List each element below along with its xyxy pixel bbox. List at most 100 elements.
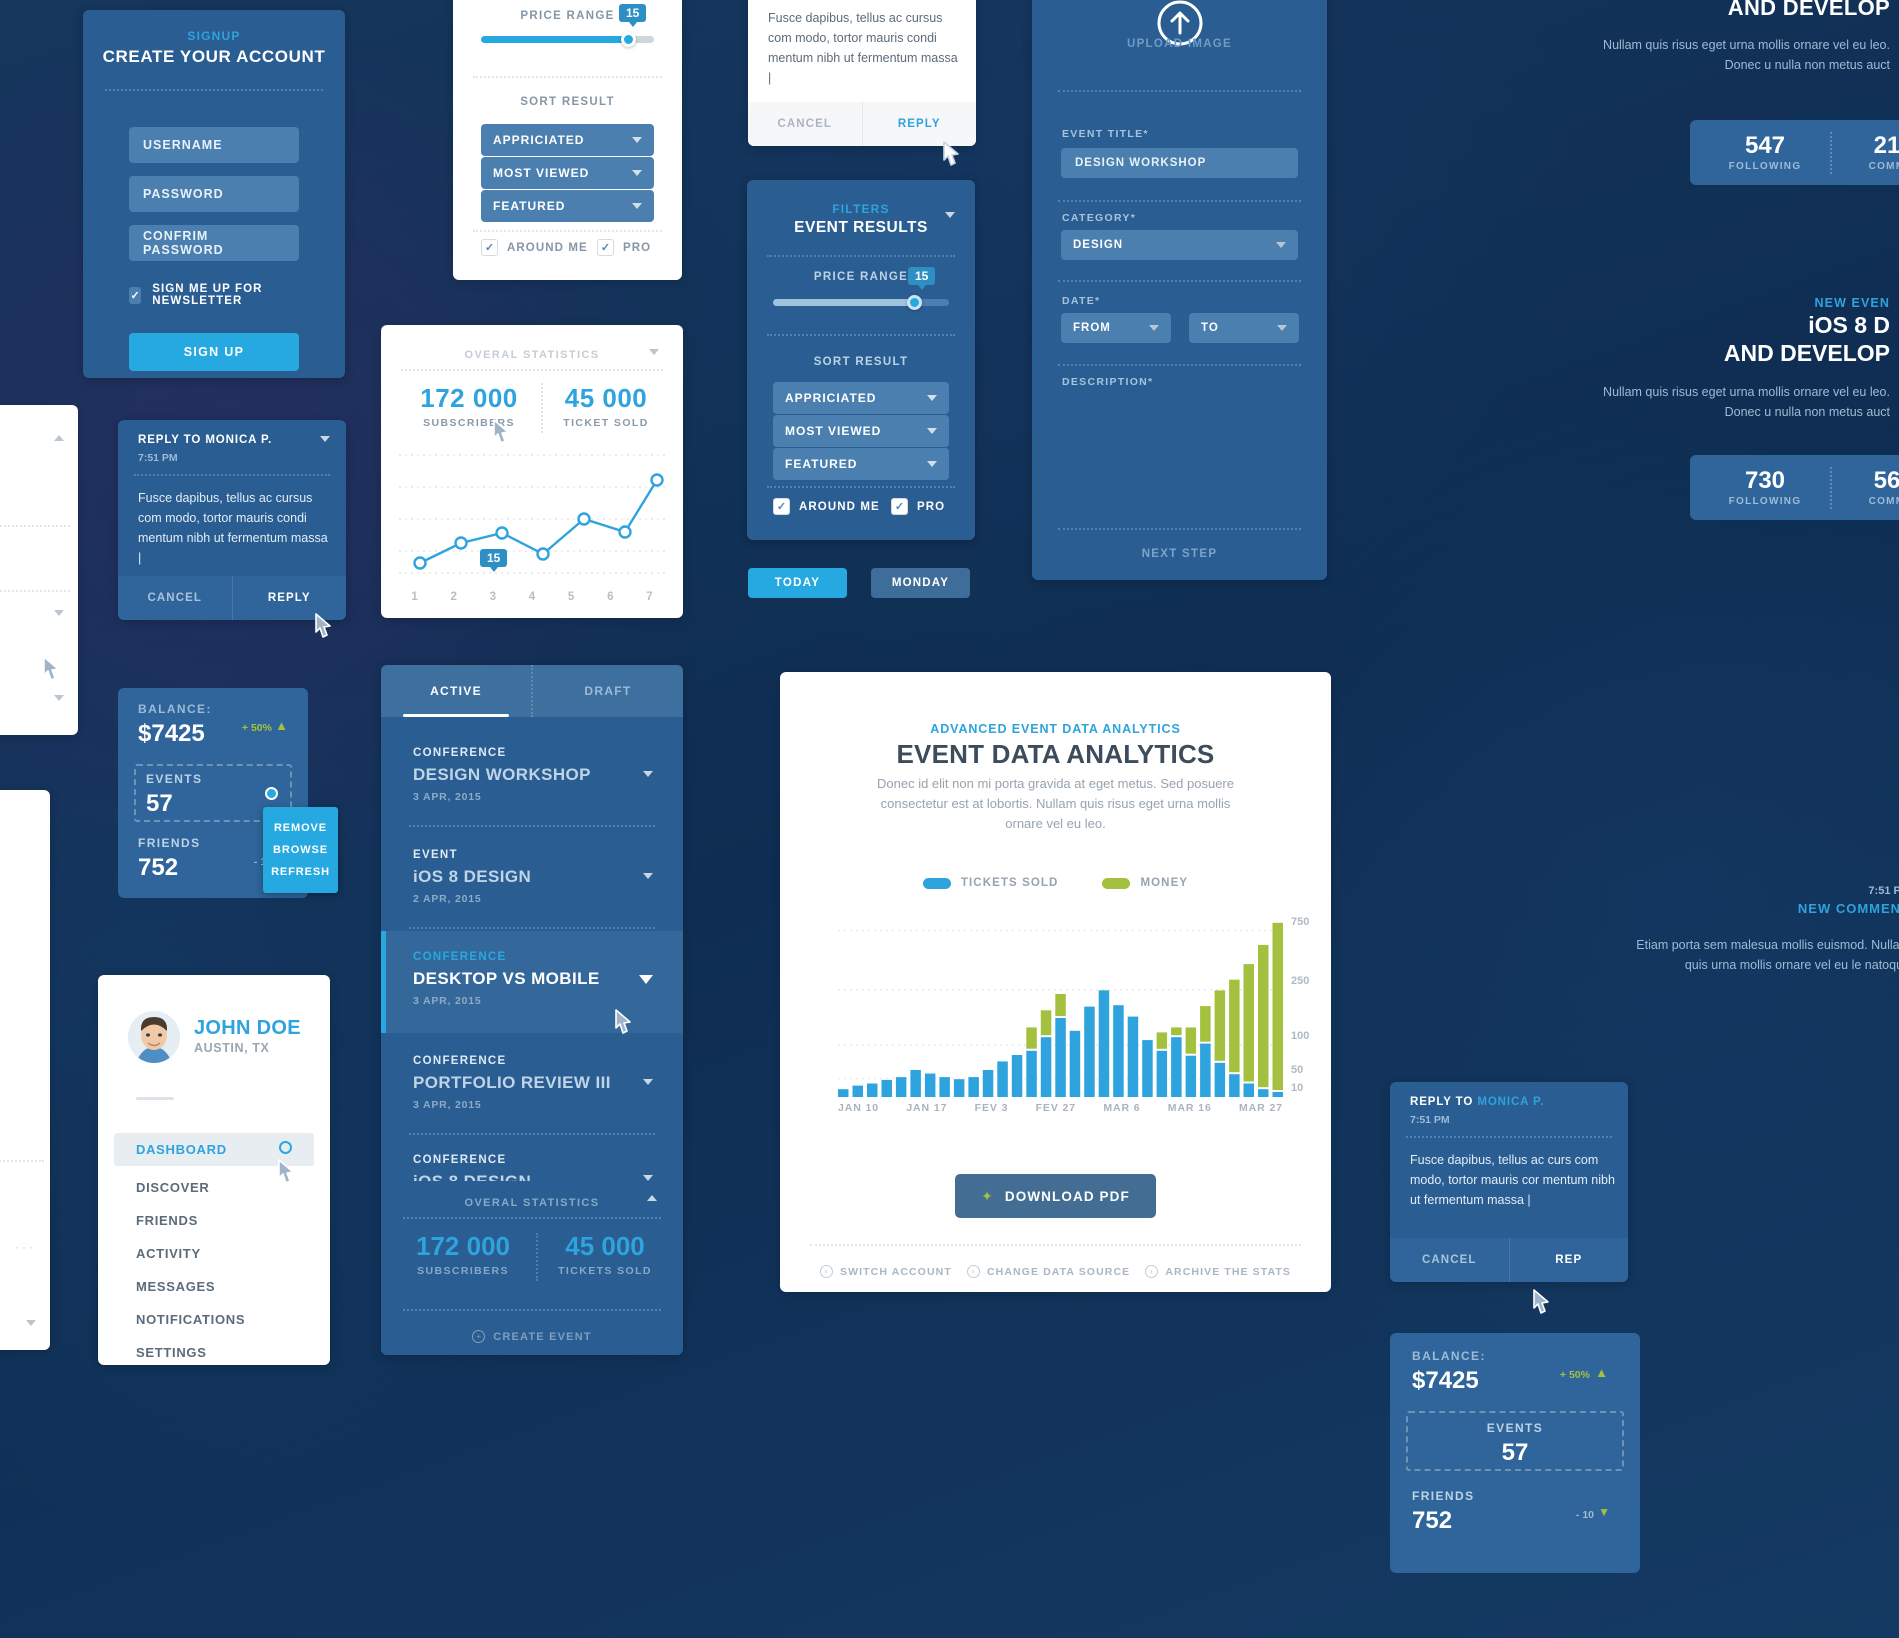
chevron-down-icon-2[interactable]: [54, 695, 64, 701]
right-reply-header-prefix: REPLY TO: [1410, 1096, 1474, 1108]
pro-checkbox[interactable]: ✓: [597, 239, 614, 256]
chevron-down-icon-reply[interactable]: [320, 436, 330, 442]
event-list-item-3[interactable]: CONFERENCE PORTFOLIO REVIEW III 3 APR, 2…: [381, 1035, 683, 1135]
stats-bottom-header: OVERAL STATISTICS: [464, 1197, 600, 1209]
stat-subscribers-label: SUBSCRIBERS: [423, 417, 515, 429]
create-event-button[interactable]: + CREATE EVENT: [381, 1330, 683, 1343]
next-step-button[interactable]: NEXT STEP: [1032, 548, 1327, 560]
stat-tickets-value: 45 000: [564, 383, 648, 413]
event-kind-0: CONFERENCE: [413, 747, 507, 759]
chevron-down-icon-filters[interactable]: [945, 212, 955, 218]
archive-stats-link[interactable]: › ARCHIVE THE STATS: [1145, 1265, 1291, 1278]
profile-location: AUSTIN, TX: [194, 1041, 270, 1055]
context-menu-item-remove[interactable]: REMOVE: [263, 817, 338, 839]
reply-light-reply-button[interactable]: REPLY: [863, 102, 977, 146]
description-textarea[interactable]: [1061, 394, 1298, 514]
tab-draft[interactable]: DRAFT: [531, 665, 683, 717]
price-range-label: PRICE RANGE: [520, 10, 615, 22]
legend-tickets-sold[interactable]: TICKETS SOLD: [922, 877, 1059, 889]
chevron-down-icon-stats[interactable]: [649, 349, 659, 355]
sidebar-item-friends[interactable]: FRIENDS: [114, 1204, 314, 1237]
right-stat-comments-value-1: 21: [1873, 132, 1899, 159]
around-me-checkbox[interactable]: ✓: [481, 239, 498, 256]
create-event-label: CREATE EVENT: [493, 1330, 592, 1343]
filters-dark-option-2[interactable]: FEATURED: [773, 448, 949, 480]
event-list-item-0[interactable]: CONFERENCE DESIGN WORKSHOP 3 APR, 2015: [381, 727, 683, 827]
chevron-down-icon-ev3[interactable]: [643, 1079, 653, 1085]
event-date-0: 3 APR, 2015: [413, 791, 482, 803]
event-list-item-1[interactable]: EVENT iOS 8 DESIGN 2 APR, 2015: [381, 829, 683, 929]
sidebar-item-activity[interactable]: ACTIVITY: [114, 1237, 314, 1270]
filters-dark-around-me-checkbox[interactable]: ✓: [773, 498, 790, 515]
context-menu-item-browse[interactable]: BROWSE: [263, 839, 338, 861]
right-article-2-title-1: iOS 8 D: [1808, 312, 1890, 338]
reply-dark-reply-button[interactable]: REPLY: [233, 576, 347, 620]
newsletter-checkbox[interactable]: ✓: [129, 286, 142, 304]
events-label: EVENTS: [146, 772, 203, 786]
today-button[interactable]: TODAY: [748, 568, 847, 598]
event-title-label: EVENT TITLE*: [1062, 128, 1149, 140]
left-edge-panel[interactable]: ETING ENCE S: [0, 405, 78, 735]
right-reply-cancel-button[interactable]: CANCEL: [1390, 1238, 1510, 1282]
filters-dark-price-label: PRICE RANGE: [813, 271, 909, 283]
chevron-down-icon-ev2[interactable]: [639, 975, 653, 984]
left-edge-bottom-panel[interactable]: OS ···: [0, 790, 50, 1350]
chevron-down-icon[interactable]: [54, 610, 64, 616]
chevron-up-icon[interactable]: [54, 435, 64, 441]
x-tick-2: 2: [450, 591, 457, 603]
signup-button[interactable]: SIGN UP: [129, 333, 299, 371]
pro-label: PRO: [623, 241, 652, 254]
context-menu-item-refresh[interactable]: REFRESH: [263, 861, 338, 883]
right-balance-value: $7425: [1412, 1367, 1479, 1394]
nav-label-dashboard: DASHBOARD: [136, 1142, 227, 1157]
change-data-source-link[interactable]: › CHANGE DATA SOURCE: [966, 1265, 1130, 1278]
filters-dark-slider[interactable]: [773, 295, 949, 310]
filters-dark-option-1[interactable]: MOST VIEWED: [773, 415, 949, 447]
right-article-2-body: Nullam quis risus eget urna mollis ornar…: [1603, 385, 1890, 419]
legend-money[interactable]: MONEY: [1102, 877, 1188, 889]
context-menu[interactable]: REMOVE BROWSE REFRESH: [263, 807, 338, 893]
username-input[interactable]: USERNAME: [129, 127, 299, 163]
reply-light-cancel-button[interactable]: CANCEL: [748, 102, 863, 146]
reply-dark-card: REPLY TO MONICA P. 7:51 PM Fusce dapibus…: [118, 420, 346, 620]
switch-account-link[interactable]: › SWITCH ACCOUNT: [820, 1265, 952, 1278]
stats-card: OVERAL STATISTICS 172 000 SUBSCRIBERS 45…: [381, 325, 683, 618]
sidebar-item-discover[interactable]: DISCOVER: [114, 1171, 314, 1204]
context-menu-anchor-dot[interactable]: [265, 787, 278, 800]
right-friends-delta: - 10: [1575, 1509, 1594, 1521]
chevron-down-icon-3[interactable]: [26, 1320, 36, 1326]
reply-dark-cancel-button[interactable]: CANCEL: [118, 576, 233, 620]
filters-dark-option-0[interactable]: APPRICIATED: [773, 382, 949, 414]
price-range-slider[interactable]: [481, 32, 654, 47]
sort-option-appriciated[interactable]: APPRICIATED: [481, 124, 654, 156]
event-list-item-2[interactable]: CONFERENCE DESKTOP VS MOBILE 3 APR, 2015: [381, 931, 683, 1033]
filters-dark-pro-checkbox[interactable]: ✓: [891, 498, 908, 515]
tab-active[interactable]: ACTIVE: [381, 665, 531, 717]
bar-chart-x-axis: JAN 10 JAN 17 FEV 3 FEV 27 MAR 6 MAR 16 MAR 27: [838, 1102, 1283, 1120]
avatar[interactable]: [128, 1011, 180, 1063]
right-reply-reply-button[interactable]: REP: [1510, 1238, 1629, 1282]
confirm-password-input[interactable]: CONFRIM PASSWORD: [129, 225, 299, 261]
chevron-up-icon-stats-bottom[interactable]: [647, 1195, 657, 1201]
filters-dark-price-value: 15: [908, 267, 936, 290]
category-select[interactable]: DESIGN: [1061, 230, 1298, 260]
sort-option-most-viewed[interactable]: MOST VIEWED: [481, 157, 654, 189]
monday-button[interactable]: MONDAY: [871, 568, 970, 598]
password-input[interactable]: PASSWORD: [129, 176, 299, 212]
date-to-select[interactable]: TO: [1189, 313, 1299, 343]
sort-option-label-1: MOST VIEWED: [493, 166, 590, 180]
chevron-down-icon-ev0[interactable]: [643, 771, 653, 777]
sort-option-featured[interactable]: FEATURED: [481, 190, 654, 222]
date-from-select[interactable]: FROM: [1061, 313, 1171, 343]
download-pdf-button[interactable]: ✦ DOWNLOAD PDF: [780, 1174, 1331, 1218]
chevron-down-icon-ev1[interactable]: [643, 873, 653, 879]
right-comment-body: Etiam porta sem malesua mollis euismod. …: [1636, 938, 1899, 972]
sidebar-item-notifications[interactable]: NOTIFICATIONS: [114, 1303, 314, 1336]
event-title-input[interactable]: DESIGN WORKSHOP: [1061, 148, 1298, 178]
sidebar-item-settings[interactable]: SETTINGS: [114, 1336, 314, 1369]
right-article-2-kicker: NEW EVEN: [1814, 296, 1890, 310]
ellipsis-icon: ···: [15, 1240, 36, 1254]
friends-label: FRIENDS: [138, 836, 201, 850]
sidebar-item-messages[interactable]: MESSAGES: [114, 1270, 314, 1303]
event-name-1: iOS 8 DESIGN: [413, 867, 532, 886]
